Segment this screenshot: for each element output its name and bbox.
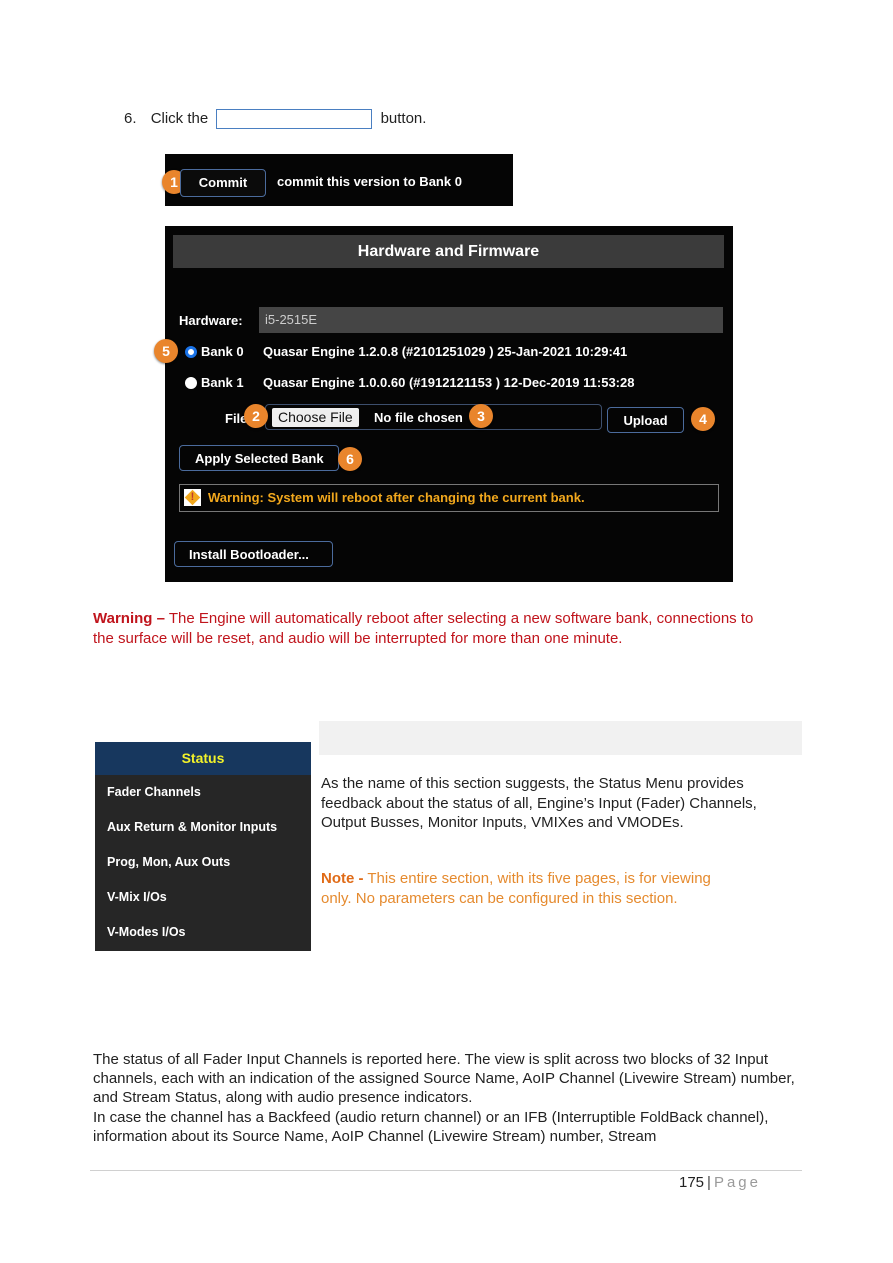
page-separator: |: [707, 1174, 711, 1191]
body-paragraph-2: In case the channel has a Backfeed (audi…: [93, 1108, 769, 1145]
status-menu-item-v-mix-ios[interactable]: V-Mix I/Os: [95, 880, 311, 915]
bank-1-description: Quasar Engine 1.0.0.60 (#1912121153 ) 12…: [263, 375, 635, 391]
choose-file-button[interactable]: Choose File: [272, 408, 359, 427]
callout-badge-5: 5: [154, 339, 178, 363]
commit-button[interactable]: Commit: [180, 169, 266, 197]
footer-divider: [90, 1170, 802, 1171]
hardware-firmware-panel: Hardware and Firmware Hardware: i5-2515E…: [154, 226, 733, 582]
step-prefix: Click the: [150, 109, 209, 127]
status-menu-item-v-modes-ios[interactable]: V-Modes I/Os: [95, 915, 311, 950]
commit-description: commit this version to Bank 0: [277, 174, 462, 189]
callout-badge-4: 4: [691, 407, 715, 431]
note-paragraph: Note - This entire section, with its fiv…: [321, 869, 741, 908]
bank-0-description: Quasar Engine 1.2.0.8 (#2101251029 ) 25-…: [263, 344, 628, 360]
install-bootloader-button[interactable]: Install Bootloader...: [174, 541, 333, 567]
section-heading-bar: [319, 721, 802, 755]
page-word: Page: [713, 1174, 761, 1191]
apply-selected-bank-button[interactable]: Apply Selected Bank: [179, 445, 339, 471]
page-footer: 175 | Page: [679, 1174, 761, 1191]
bank-1-radio[interactable]: [185, 376, 197, 389]
file-input[interactable]: Choose File No file chosen: [265, 404, 602, 430]
fader-channels-description: The status of all Fader Input Channels i…: [93, 1050, 808, 1146]
panel-title: Hardware and Firmware: [173, 235, 724, 268]
commit-screenshot: 1 Commit commit this version to Bank 0: [162, 154, 513, 206]
status-menu-title: Status: [95, 742, 311, 775]
no-file-text: No file chosen: [374, 410, 463, 425]
hardware-value: i5-2515E: [259, 307, 723, 333]
button-placeholder-box: [216, 109, 373, 129]
reboot-warning-box: ! Warning: System will reboot after chan…: [179, 484, 719, 512]
note-lead: Note -: [321, 870, 364, 887]
status-menu: Status Fader Channels Aux Return & Monit…: [95, 742, 311, 951]
body-paragraph-1: The status of all Fader Input Channels i…: [93, 1051, 795, 1107]
reboot-warning-text: Warning: System will reboot after changi…: [208, 490, 585, 505]
hardware-label: Hardware:: [179, 313, 243, 328]
status-menu-item-fader-channels[interactable]: Fader Channels: [95, 775, 311, 810]
warning-text: The Engine will automatically reboot aft…: [93, 610, 754, 647]
warning-paragraph: Warning – The Engine will automatically …: [93, 609, 773, 648]
bank-1-row[interactable]: Bank 1 Quasar Engine 1.0.0.60 (#191212115…: [185, 374, 634, 394]
step-suffix: button.: [380, 109, 427, 127]
warning-icon: !: [184, 489, 201, 506]
upload-button[interactable]: Upload: [607, 407, 684, 433]
bank-0-row[interactable]: Bank 0 Quasar Engine 1.2.0.8 (#2101251029…: [185, 343, 627, 363]
bank-0-radio[interactable]: [185, 345, 197, 358]
status-menu-item-aux-return-monitor-inputs[interactable]: Aux Return & Monitor Inputs: [95, 810, 311, 845]
status-menu-item-prog-mon-aux-outs[interactable]: Prog, Mon, Aux Outs: [95, 845, 311, 880]
bank-1-label: Bank 1: [201, 375, 244, 391]
callout-badge-3: 3: [469, 404, 493, 428]
callout-badge-2: 2: [244, 404, 268, 428]
warning-lead: Warning –: [93, 610, 165, 627]
status-description: As the name of this section suggests, th…: [321, 775, 757, 831]
page-number: 175: [679, 1174, 705, 1191]
bank-0-label: Bank 0: [201, 344, 244, 360]
step-instruction: 6. Click the button.: [124, 109, 426, 129]
note-text: This entire section, with its five pages…: [321, 870, 711, 907]
callout-badge-6: 6: [338, 447, 362, 471]
step-number: 6.: [124, 109, 137, 127]
